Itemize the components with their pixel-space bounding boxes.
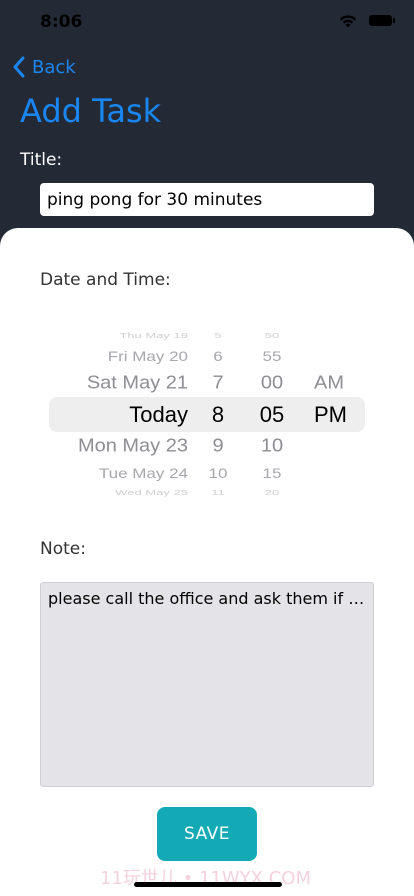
save-button[interactable]: SAVE: [157, 807, 257, 861]
date-time-picker[interactable]: Thu May 19 Fri May 20 Sat May 21 Today Mon M…: [40, 326, 374, 498]
picker-hour-option[interactable]: 10: [200, 466, 236, 482]
picker-hour-option[interactable]: 7: [200, 373, 236, 394]
picker-hour-option[interactable]: 5: [200, 331, 236, 339]
home-indicator[interactable]: [134, 882, 282, 887]
picker-date-option[interactable]: Today: [129, 402, 188, 428]
picker-minute-option[interactable]: 50: [252, 331, 292, 339]
status-bar: 8:06: [0, 0, 414, 44]
picker-date-column[interactable]: Thu May 19 Fri May 20 Sat May 21 Today Mon M…: [40, 326, 188, 498]
picker-date-option[interactable]: Wed May 25: [115, 488, 188, 496]
picker-minute-option[interactable]: 10: [252, 436, 292, 457]
wifi-icon: [339, 15, 357, 28]
status-time: 8:06: [40, 12, 83, 32]
picker-minute-option[interactable]: 20: [252, 488, 292, 496]
chevron-left-icon: [13, 56, 25, 78]
page-title: Add Task: [20, 92, 162, 130]
picker-ampm-option[interactable]: AM: [314, 373, 344, 394]
picker-date-option[interactable]: Sat May 21: [87, 373, 188, 394]
back-label: Back: [32, 56, 76, 78]
picker-hour-option[interactable]: 11: [200, 488, 236, 496]
picker-hour-column[interactable]: 5 6 7 8 9 10 11: [200, 326, 236, 498]
picker-minute-option[interactable]: 15: [252, 466, 292, 482]
picker-minute-column[interactable]: 50 55 00 05 10 15 20: [252, 326, 292, 498]
picker-hour-option[interactable]: 8: [200, 402, 236, 428]
picker-minute-option[interactable]: 00: [252, 373, 292, 394]
picker-date-option[interactable]: Mon May 23: [78, 436, 188, 457]
title-label: Title:: [20, 150, 63, 170]
note-label: Note:: [40, 539, 86, 559]
picker-hour-option[interactable]: 6: [200, 349, 236, 365]
title-input[interactable]: [40, 183, 374, 216]
picker-minute-option[interactable]: 05: [252, 402, 292, 428]
note-textarea[interactable]: please call the office and ask them if y…: [40, 582, 374, 787]
picker-date-option[interactable]: Tue May 24: [99, 466, 188, 482]
battery-icon: [369, 15, 395, 26]
date-time-label: Date and Time:: [40, 270, 171, 290]
picker-hour-option[interactable]: 9: [200, 436, 236, 457]
picker-ampm-option[interactable]: PM: [314, 402, 347, 428]
picker-date-option[interactable]: Fri May 20: [108, 349, 188, 365]
picker-ampm-column[interactable]: AM PM: [314, 326, 358, 498]
picker-minute-option[interactable]: 55: [252, 349, 292, 365]
picker-date-option[interactable]: Thu May 19: [119, 331, 188, 339]
back-button[interactable]: Back: [12, 54, 76, 80]
